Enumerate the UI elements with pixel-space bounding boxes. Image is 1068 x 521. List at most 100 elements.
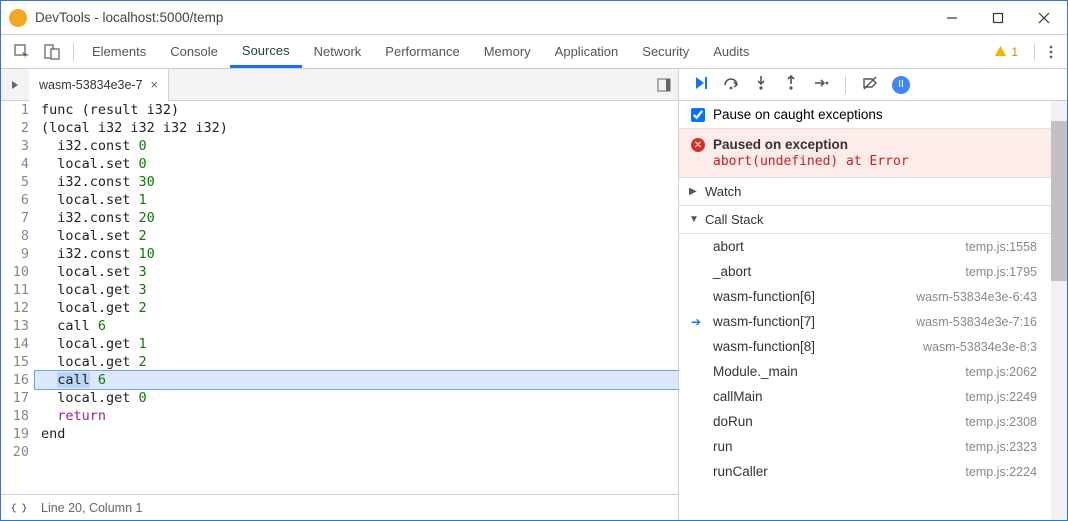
code-line[interactable]: func (result i32)	[35, 101, 678, 119]
frame-name: wasm-function[6]	[713, 289, 815, 304]
callstack-frame[interactable]: run temp.js:2323	[679, 434, 1051, 459]
frame-name: doRun	[713, 414, 753, 429]
frame-name: wasm-function[8]	[713, 339, 815, 354]
device-toggle-icon[interactable]	[37, 37, 67, 67]
code-line[interactable]: call 6	[35, 317, 678, 335]
close-file-tab-icon[interactable]: ×	[151, 77, 159, 92]
callstack-frame[interactable]: wasm-function[6] wasm-53834e3e-6:43	[679, 284, 1051, 309]
braces-icon[interactable]	[11, 503, 27, 513]
code-line[interactable]	[35, 443, 678, 461]
paused-detail: abort(undefined) at Error	[713, 154, 1037, 169]
code-line[interactable]: local.set 1	[35, 191, 678, 209]
tab-memory[interactable]: Memory	[472, 35, 543, 68]
tab-security[interactable]: Security	[630, 35, 701, 68]
frame-name: Module._main	[713, 364, 798, 379]
more-menu-icon[interactable]	[1041, 37, 1061, 67]
tab-performance[interactable]: Performance	[373, 35, 471, 68]
callstack-frame[interactable]: callMaintemp.js:2249	[679, 384, 1051, 409]
pause-on-caught-checkbox[interactable]	[691, 108, 705, 122]
step-over-icon[interactable]	[723, 75, 739, 94]
frame-location: temp.js:1795	[965, 265, 1037, 279]
tab-audits[interactable]: Audits	[701, 35, 761, 68]
code-line[interactable]: local.get 0	[35, 389, 678, 407]
frame-location: wasm-53834e3e-8:3	[923, 340, 1037, 354]
right-scrollbar-thumb[interactable]	[1051, 121, 1067, 281]
frame-location: temp.js:2249	[965, 390, 1037, 404]
step-out-icon[interactable]	[783, 75, 799, 94]
source-editor[interactable]: 1234567891011121314151617181920 func (re…	[1, 101, 678, 494]
code-line[interactable]: local.set 0	[35, 155, 678, 173]
callstack-frame[interactable]: _abort temp.js:1795	[679, 259, 1051, 284]
right-scrollbar-track[interactable]	[1051, 101, 1067, 520]
toggle-debugger-sidebar-icon[interactable]	[650, 69, 678, 101]
callstack-frame[interactable]: abort temp.js:1558	[679, 234, 1051, 259]
frame-location: temp.js:2062	[965, 365, 1037, 379]
window-title: DevTools - localhost:5000/temp	[35, 10, 929, 25]
tab-application[interactable]: Application	[543, 35, 631, 68]
show-navigator-icon[interactable]	[1, 69, 29, 101]
error-icon: ✕	[691, 138, 705, 152]
window-maximize-button[interactable]	[975, 1, 1021, 35]
paused-on-exception-banner: ✕ Paused on exception abort(undefined) a…	[679, 129, 1051, 178]
code-line[interactable]: local.get 2	[35, 299, 678, 317]
current-frame-pointer-icon: ➔	[691, 315, 701, 329]
code-line[interactable]: i32.const 10	[35, 245, 678, 263]
editor-statusbar: Line 20, Column 1	[1, 494, 678, 520]
callstack-frame[interactable]: runCaller temp.js:2224	[679, 459, 1051, 484]
file-tab[interactable]: wasm-53834e3e-7 ×	[29, 69, 169, 101]
code-line[interactable]: i32.const 20	[35, 209, 678, 227]
file-tab-name: wasm-53834e3e-7	[39, 78, 143, 92]
code-line[interactable]: i32.const 0	[35, 137, 678, 155]
tab-console[interactable]: Console	[158, 35, 230, 68]
code-line[interactable]: call 6	[35, 371, 678, 389]
deactivate-breakpoints-icon[interactable]	[862, 75, 878, 94]
code-line[interactable]: (local i32 i32 i32 i32)	[35, 119, 678, 137]
callstack-frame[interactable]: doRun temp.js:2308	[679, 409, 1051, 434]
frame-location: temp.js:2308	[965, 415, 1037, 429]
callstack-frame[interactable]: Module._main temp.js:2062	[679, 359, 1051, 384]
pause-on-caught-label: Pause on caught exceptions	[713, 107, 883, 122]
frame-location: wasm-53834e3e-7:16	[916, 315, 1037, 329]
watch-section-header[interactable]: ▶Watch	[679, 178, 1051, 206]
tab-elements[interactable]: Elements	[80, 35, 158, 68]
cursor-position: Line 20, Column 1	[41, 501, 142, 515]
inspect-element-icon[interactable]	[7, 37, 37, 67]
pause-on-exceptions-icon[interactable]: II	[892, 76, 910, 94]
callstack-frame[interactable]: wasm-function[8] wasm-53834e3e-8:3	[679, 334, 1051, 359]
code-line[interactable]: end	[35, 425, 678, 443]
frame-location: wasm-53834e3e-6:43	[916, 290, 1037, 304]
step-into-icon[interactable]	[753, 75, 769, 94]
code-line[interactable]: local.get 3	[35, 281, 678, 299]
frame-location: temp.js:2224	[965, 465, 1037, 479]
window-close-button[interactable]	[1021, 1, 1067, 35]
warnings-badge[interactable]: 1	[994, 45, 1018, 59]
paused-title: Paused on exception	[713, 137, 1037, 152]
frame-location: temp.js:1558	[965, 240, 1037, 254]
window-titlebar: DevTools - localhost:5000/temp	[1, 1, 1067, 35]
frame-name: run	[713, 439, 733, 454]
callstack-section-header[interactable]: ▼Call Stack	[679, 206, 1051, 234]
step-icon[interactable]	[813, 75, 829, 94]
warnings-count: 1	[1011, 45, 1018, 59]
callstack-frame[interactable]: ➔ wasm-function[7] wasm-53834e3e-7:16	[679, 309, 1051, 334]
sources-file-bar: wasm-53834e3e-7 ×	[1, 69, 678, 101]
debugger-toolbar: II	[679, 69, 1067, 101]
resume-icon[interactable]	[693, 75, 709, 94]
devtools-tabstrip: ElementsConsoleSourcesNetworkPerformance…	[1, 35, 1067, 69]
frame-name: runCaller	[713, 464, 768, 479]
code-line[interactable]: local.set 2	[35, 227, 678, 245]
tab-sources[interactable]: Sources	[230, 35, 302, 68]
code-line[interactable]: i32.const 30	[35, 173, 678, 191]
devtools-app-icon	[9, 9, 27, 27]
code-line[interactable]: return	[35, 407, 678, 425]
window-minimize-button[interactable]	[929, 1, 975, 35]
frame-location: temp.js:2323	[965, 440, 1037, 454]
code-line[interactable]: local.set 3	[35, 263, 678, 281]
frame-name: _abort	[713, 264, 751, 279]
frame-name: wasm-function[7]	[713, 314, 815, 329]
pause-on-caught-checkbox-row[interactable]: Pause on caught exceptions	[679, 101, 1051, 129]
frame-name: abort	[713, 239, 744, 254]
tab-network[interactable]: Network	[302, 35, 374, 68]
code-line[interactable]: local.get 1	[35, 335, 678, 353]
code-line[interactable]: local.get 2	[35, 353, 678, 371]
